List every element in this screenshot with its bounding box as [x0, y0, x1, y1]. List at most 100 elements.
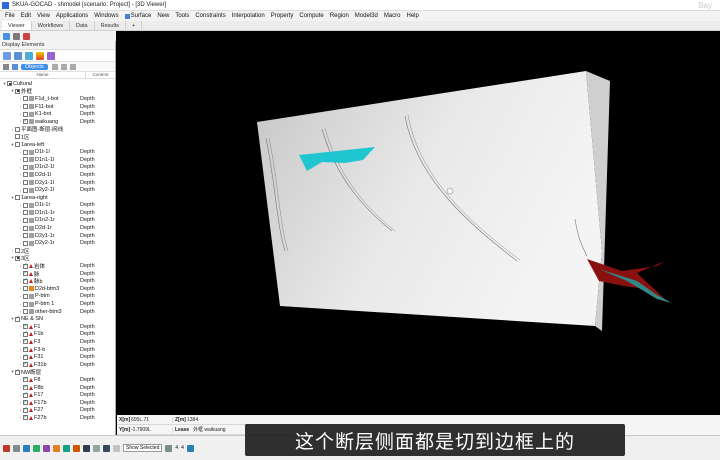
tree-row[interactable]: ›F17bDepth — [0, 399, 115, 407]
menu-macro[interactable]: Macro — [381, 13, 404, 19]
tree-row[interactable]: ▾ 1area-left — [0, 141, 115, 149]
tree-row[interactable]: ›岩体Depth — [0, 262, 115, 270]
tree-option-icon-3[interactable] — [69, 63, 76, 70]
option-icon[interactable] — [165, 444, 173, 452]
measure-icon[interactable] — [43, 444, 50, 452]
tree-row[interactable]: › D2d-btm3 Depth — [0, 285, 115, 293]
visibility-checkbox[interactable] — [15, 248, 20, 254]
tree-row[interactable]: ▾ 3区 — [0, 255, 115, 262]
tree-row[interactable]: ›F3Depth — [0, 338, 115, 346]
menu-region[interactable]: Region — [327, 13, 352, 19]
tree-row[interactable]: › D1t-1r Depth — [0, 202, 115, 210]
visibility-checkbox[interactable] — [23, 104, 28, 110]
visibility-checkbox[interactable] — [23, 149, 28, 155]
tree-row[interactable]: › D1n2-1r Depth — [0, 217, 115, 225]
light-icon[interactable] — [103, 444, 110, 452]
visibility-checkbox[interactable] — [23, 180, 28, 186]
paint-icon[interactable] — [53, 444, 60, 452]
tree-row[interactable]: › D2y2-1r Depth — [0, 239, 115, 247]
menu-help[interactable]: Help — [403, 13, 421, 19]
visibility-checkbox[interactable] — [23, 323, 28, 330]
camera-icon[interactable] — [93, 444, 100, 452]
stop-icon[interactable] — [3, 444, 10, 452]
visibility-checkbox[interactable] — [23, 301, 28, 307]
visibility-checkbox[interactable] — [23, 164, 28, 170]
visibility-checkbox[interactable] — [23, 406, 28, 413]
settings-icon[interactable] — [13, 32, 20, 40]
visibility-checkbox[interactable] — [23, 399, 28, 406]
tree-row[interactable]: › F11-bot Depth — [0, 103, 115, 111]
eye-icon[interactable] — [14, 51, 22, 60]
axis-icon[interactable] — [113, 444, 120, 452]
visibility-checkbox[interactable] — [23, 286, 28, 292]
tab-results[interactable]: Results — [95, 21, 126, 30]
visibility-checkbox[interactable] — [15, 195, 20, 201]
apply-icon[interactable] — [186, 444, 194, 452]
style-icon[interactable] — [47, 51, 55, 60]
visibility-checkbox[interactable] — [23, 353, 28, 360]
tree-row[interactable]: ›F1bDepth — [0, 330, 115, 339]
tree-row[interactable]: ›F3-bDepth — [0, 346, 115, 354]
visibility-checkbox[interactable] — [23, 111, 28, 117]
pick-icon[interactable] — [33, 444, 40, 452]
tree-row[interactable]: ›F27Depth — [0, 406, 115, 415]
color-icon[interactable] — [23, 32, 30, 40]
menu-constraints[interactable]: Constraints — [192, 13, 228, 19]
visibility-checkbox[interactable] — [15, 88, 20, 94]
visibility-checkbox[interactable] — [15, 126, 20, 132]
rotate-icon[interactable] — [73, 444, 80, 452]
visibility-checkbox[interactable] — [23, 361, 28, 368]
tree-row[interactable]: › D1n1-1r Depth — [0, 209, 115, 217]
tree-row[interactable]: › D1n1-1l Depth — [0, 156, 115, 164]
tree-row[interactable]: › D1t-1l Depth — [0, 148, 115, 156]
layers-icon[interactable] — [25, 51, 33, 60]
visibility-checkbox[interactable] — [15, 255, 20, 261]
visibility-checkbox[interactable] — [23, 338, 28, 345]
visibility-checkbox[interactable] — [23, 96, 28, 102]
show-selected-select[interactable]: Show Selected — [123, 444, 163, 452]
tree-row[interactable]: › D2y1-1l Depth — [0, 179, 115, 187]
visibility-checkbox[interactable] — [23, 262, 28, 269]
tree-row[interactable]: › D2y1-1r Depth — [0, 232, 115, 240]
menu-property[interactable]: Property — [268, 13, 297, 19]
visibility-checkbox[interactable] — [23, 309, 28, 315]
tree-row[interactable]: › D1n2-1l Depth — [0, 164, 115, 172]
tree-row[interactable]: ▾NW断层 — [0, 368, 115, 376]
tree-row[interactable]: ▾NE & SN — [0, 315, 115, 323]
tree-row[interactable]: › P-btm Depth — [0, 293, 115, 301]
grid-icon[interactable] — [3, 51, 11, 60]
tab-objects[interactable]: Objects — [21, 63, 48, 70]
visibility-checkbox[interactable] — [23, 414, 28, 421]
visibility-checkbox[interactable] — [23, 217, 28, 223]
tree-row[interactable]: › D2y2-1l Depth — [0, 186, 115, 194]
visibility-checkbox[interactable] — [23, 270, 28, 277]
tree-row[interactable]: ›F27bDepth — [0, 414, 115, 422]
visibility-checkbox[interactable] — [23, 346, 28, 353]
tree-row[interactable]: 1区 — [0, 133, 115, 141]
menu-new[interactable]: New — [154, 13, 172, 19]
tree-row[interactable]: ›F8bDepth — [0, 384, 115, 392]
visibility-checkbox[interactable] — [23, 240, 28, 246]
visibility-checkbox[interactable] — [7, 81, 12, 87]
tree-row[interactable]: ›F1Depth — [0, 323, 115, 331]
tree-row[interactable]: › D2d-1r Depth — [0, 224, 115, 232]
visibility-checkbox[interactable] — [23, 157, 28, 163]
tree-row[interactable]: ▾ Cultural — [0, 80, 115, 88]
menu-tools[interactable]: Tools — [172, 13, 192, 19]
visibility-checkbox[interactable] — [23, 187, 28, 193]
tree-row[interactable]: › 2区 — [0, 247, 115, 255]
tree-row[interactable]: ›F31Depth — [0, 353, 115, 361]
tree-row[interactable]: › D2d-1l Depth — [0, 171, 115, 179]
menu-surface[interactable]: Surface — [122, 13, 155, 19]
tree-row[interactable]: ›F17Depth — [0, 391, 115, 399]
menu-model3d[interactable]: Model3d — [352, 13, 381, 19]
tree-row[interactable]: › P-btm 1 Depth — [0, 300, 115, 308]
tab-workflows[interactable]: Workflows — [32, 21, 70, 30]
visibility-checkbox[interactable] — [23, 172, 28, 178]
spin-value-1[interactable]: 4 — [175, 445, 178, 451]
visibility-checkbox[interactable] — [23, 330, 28, 337]
add-tab-button[interactable]: + — [126, 21, 143, 30]
move-icon[interactable] — [63, 444, 70, 452]
grid-icon[interactable] — [13, 444, 20, 452]
view-icon[interactable] — [3, 32, 10, 40]
